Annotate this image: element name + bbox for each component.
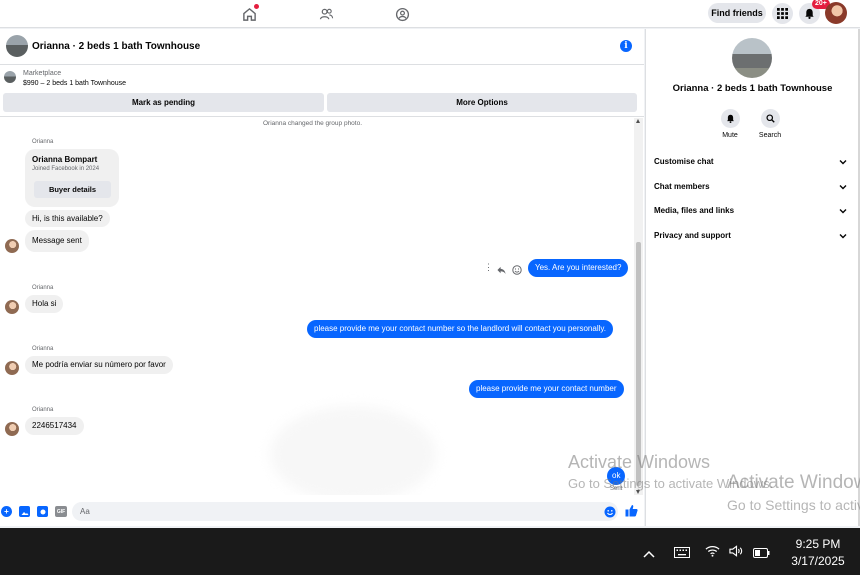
- more-actions-icon[interactable]: ⋮: [484, 262, 493, 273]
- message-bubble-incoming[interactable]: Hola si: [25, 295, 64, 313]
- sticker-icon[interactable]: [37, 506, 48, 517]
- watermark-subtitle: Go to Settings to activate Windows.: [727, 497, 860, 513]
- sender-name: Orianna: [32, 346, 54, 352]
- chat-panel: Orianna · 2 beds 1 bath Townhouse i Mark…: [0, 29, 644, 526]
- section-label: Chat members: [654, 182, 710, 191]
- buyer-name: Orianna Bompart: [32, 155, 98, 164]
- buyer-details-button[interactable]: Buyer details: [34, 181, 111, 198]
- activate-windows-watermark-secondary: Activate Windows Go to Settings to activ…: [727, 472, 860, 513]
- buyer-joined-text: Joined Facebook in 2024: [32, 166, 100, 172]
- search-icon: [765, 114, 775, 123]
- home-notification-dot: [254, 4, 259, 9]
- more-options-button[interactable]: More Options: [327, 93, 637, 112]
- friends-icon[interactable]: [317, 5, 335, 23]
- menu-grid-icon[interactable]: [772, 3, 793, 24]
- scroll-thumb[interactable]: [636, 242, 641, 486]
- info-icon[interactable]: i: [620, 40, 632, 52]
- message-bubble-incoming[interactable]: Me podría enviar su número por favor: [25, 356, 173, 374]
- sender-avatar[interactable]: [5, 361, 19, 375]
- blurred-area: [270, 406, 436, 495]
- chevron-down-icon: [839, 234, 847, 239]
- message-scrollbar[interactable]: [634, 118, 643, 495]
- mute-label: Mute: [722, 132, 738, 139]
- sender-name: Orianna: [32, 407, 54, 413]
- reply-icon[interactable]: [497, 262, 506, 280]
- gif-icon[interactable]: GIF: [55, 506, 67, 517]
- section-customise-chat[interactable]: Customise chat: [646, 152, 859, 174]
- chevron-down-icon: [839, 185, 847, 190]
- sender-avatar[interactable]: [5, 422, 19, 436]
- conversation-photo[interactable]: [732, 38, 772, 78]
- scroll-up-arrow-icon[interactable]: [636, 119, 640, 123]
- marketplace-listing-banner: Marketplace $990 – 2 beds 1 bath Townhou…: [0, 65, 644, 117]
- volume-icon[interactable]: [729, 544, 744, 562]
- sender-name: Orianna: [32, 285, 54, 291]
- message-bubble-outgoing[interactable]: please provide me your contact number so…: [307, 320, 614, 338]
- chevron-up-icon[interactable]: [643, 545, 655, 563]
- photo-icon[interactable]: [19, 506, 30, 517]
- emoji-icon[interactable]: [604, 505, 616, 523]
- buyer-profile-card: Orianna Bompart Joined Facebook in 2024 …: [25, 149, 119, 207]
- keyboard-icon[interactable]: [674, 545, 690, 563]
- sender-avatar[interactable]: [5, 239, 19, 253]
- system-note: Orianna changed the group photo.: [263, 120, 363, 127]
- bell-icon: [726, 114, 734, 123]
- section-label: Customise chat: [654, 157, 714, 166]
- section-label: Privacy and support: [654, 231, 731, 240]
- home-icon[interactable]: [240, 4, 259, 23]
- battery-icon[interactable]: [753, 545, 770, 563]
- details-title: Orianna · 2 beds 1 bath Townhouse: [672, 83, 833, 94]
- sender-name: Orianna: [32, 139, 54, 145]
- conversation-title[interactable]: Orianna · 2 beds 1 bath Townhouse: [32, 41, 200, 52]
- message-bubble-incoming[interactable]: 2246517434: [25, 417, 84, 435]
- plus-icon[interactable]: +: [1, 506, 12, 517]
- section-media-files-links[interactable]: Media, files and links: [646, 201, 859, 223]
- watermark-title: Activate Windows: [568, 452, 711, 472]
- message-bubble-outgoing[interactable]: Yes. Are you interested?: [528, 259, 629, 277]
- watermark-title: Activate Windows: [727, 472, 860, 493]
- message-composer: + GIF: [0, 499, 644, 526]
- message-input[interactable]: [72, 502, 618, 521]
- groups-icon[interactable]: [393, 5, 411, 23]
- like-thumb-icon[interactable]: [625, 504, 638, 522]
- message-bubble-incoming[interactable]: Message sent: [25, 230, 89, 252]
- find-friends-button[interactable]: Find friends: [708, 3, 766, 23]
- section-chat-members[interactable]: Chat members: [646, 177, 859, 199]
- message-bubble-incoming[interactable]: Hi, is this available?: [25, 210, 110, 227]
- sender-avatar[interactable]: [5, 300, 19, 314]
- chevron-down-icon: [839, 160, 847, 165]
- listing-price-title[interactable]: $990 – 2 beds 1 bath Townhouse: [23, 80, 126, 87]
- taskbar-clock-time[interactable]: 9:25 PM: [780, 537, 856, 551]
- listing-source-label: Marketplace: [23, 70, 62, 77]
- message-bubble-outgoing[interactable]: please provide me your contact number: [469, 380, 624, 398]
- chevron-down-icon: [839, 209, 847, 214]
- mark-as-pending-button[interactable]: Mark as pending: [3, 93, 324, 112]
- account-avatar[interactable]: [825, 2, 847, 24]
- section-label: Media, files and links: [654, 206, 735, 215]
- top-navigation-bar: Find friends 20+: [0, 0, 860, 28]
- search-button[interactable]: Search: [750, 109, 790, 139]
- taskbar-clock-date[interactable]: 3/17/2025: [780, 554, 856, 568]
- message-list[interactable]: Orianna changed the group photo. Orianna…: [0, 118, 634, 495]
- section-privacy-support[interactable]: Privacy and support: [646, 226, 859, 248]
- windows-taskbar: 9:25 PM 3/17/2025: [0, 528, 860, 575]
- conversation-avatar[interactable]: [6, 35, 28, 57]
- search-label: Search: [758, 132, 782, 139]
- listing-thumbnail[interactable]: [4, 71, 16, 83]
- wifi-icon[interactable]: [705, 544, 720, 562]
- react-emoji-icon[interactable]: [512, 262, 522, 280]
- mute-button[interactable]: Mute: [710, 109, 750, 139]
- chat-header: Orianna · 2 beds 1 bath Townhouse i: [0, 29, 644, 65]
